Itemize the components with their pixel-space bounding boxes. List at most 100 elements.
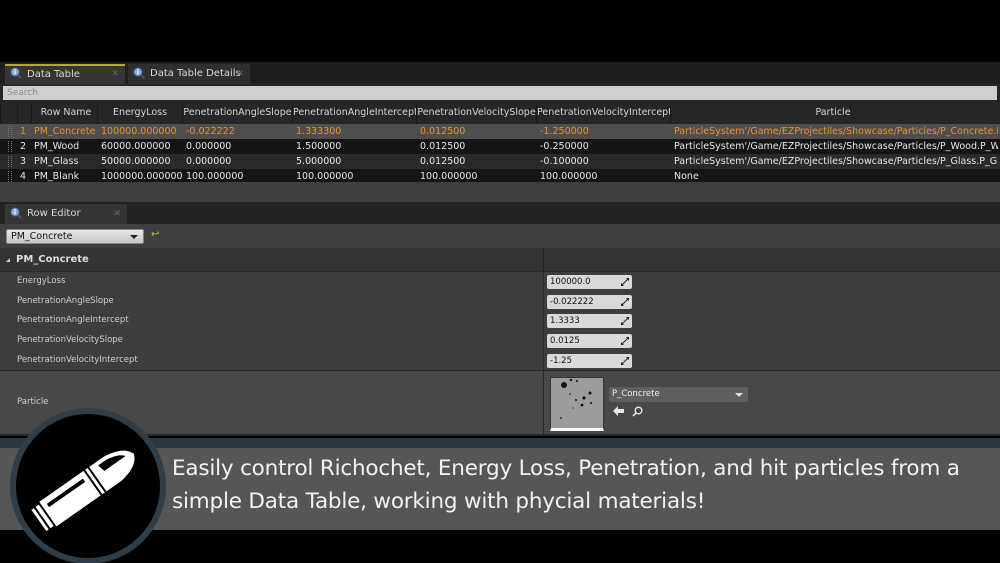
row-index: 2 [20,141,27,152]
cell-particle: ParticleSystem'/Game/EZProjectiles/Showc… [674,141,998,152]
number-input[interactable]: 1.3333 [547,314,632,329]
column-divider [543,272,544,292]
category-header[interactable]: PM_Concrete [0,248,1000,272]
tab-data-table-details[interactable]: Data Table Details ✕ [128,64,250,84]
column-header[interactable]: EnergyLoss [97,102,182,124]
cell: -0.250000 [540,141,589,152]
property-row: PenetrationVelocitySlope 0.0125 [0,331,1000,351]
row-editor-toolbar: PM_Concrete ↩ [0,224,1000,248]
drag-handle[interactable] [8,171,12,182]
drag-value-icon[interactable] [621,356,629,365]
search-placeholder: Search [7,88,38,98]
drag-handle[interactable] [8,141,12,152]
row-select-dropdown[interactable]: PM_Concrete [6,229,144,244]
number-value: 100000.0 [550,277,591,287]
asset-picker-value: P_Concrete [612,389,660,399]
row-index: 3 [20,156,27,167]
column-divider[interactable] [543,248,544,272]
close-icon[interactable]: ✕ [236,64,244,84]
property-name: PenetrationAngleSlope [17,295,114,306]
column-divider [543,371,544,434]
cell: -0.100000 [540,156,589,167]
reset-arrow-icon[interactable]: ↩ [151,229,159,240]
number-input[interactable]: -0.022222 [547,294,632,309]
cell-particle: ParticleSystem'/Game/EZProjectiles/Showc… [674,126,998,137]
cell-particle: ParticleSystem'/Game/EZProjectiles/Showc… [674,156,998,167]
cell: 60000.000000 [101,141,171,152]
cell-row-name: PM_Glass [34,156,79,167]
number-input[interactable]: 0.0125 [547,334,632,349]
drag-handle[interactable] [8,156,12,167]
search-input[interactable]: Search [3,86,997,100]
cell-row-name: PM_Wood [34,141,80,152]
cell: 1.500000 [296,141,342,152]
number-value: 1.3333 [550,316,580,327]
drag-handle[interactable] [8,126,12,137]
tab-row-editor[interactable]: Row Editor ✕ [5,204,127,224]
header-index-col [17,102,31,124]
property-name: EnergyLoss [17,276,66,286]
property-list: EnergyLoss 100000.0 PenetrationAngleSlop… [0,272,1000,371]
column-divider [543,350,544,371]
category-label: PM_Concrete [16,254,89,265]
close-icon[interactable]: ✕ [113,204,121,224]
info-search-icon [10,67,22,79]
cell: 0.012500 [420,126,466,137]
tab-data-table[interactable]: Data Table ✕ [5,64,125,84]
collapse-triangle-icon[interactable] [6,258,10,262]
column-header[interactable]: PenetrationAngleSlope [182,102,292,124]
column-header[interactable]: Row Name [31,102,97,124]
tab-label: Row Editor [27,208,81,219]
tab-bar: Data Table ✕ Data Table Details ✕ [0,62,1000,84]
data-table-editor: Data Table ✕ Data Table Details ✕ Search… [0,62,1000,436]
table-row[interactable]: 3 PM_Glass 50000.000000 0.000000 5.00000… [0,154,1000,169]
column-header[interactable]: PenetrationVelocityIntercept [536,102,670,124]
property-name: PenetrationVelocityIntercept [17,354,138,365]
row-index: 1 [20,126,27,137]
chevron-down-icon [735,393,743,397]
asset-picker-dropdown[interactable]: P_Concrete [609,387,748,402]
info-search-icon [133,67,145,79]
number-input[interactable]: 100000.0 [547,275,632,289]
splitter[interactable] [0,182,1000,202]
number-input[interactable]: -1.25 [547,353,632,368]
particle-thumbnail[interactable] [550,377,604,431]
row-select-value: PM_Concrete [11,231,73,242]
column-header[interactable]: PenetrationVelocitySlope [416,102,536,124]
row-editor-tab-bar: Row Editor ✕ [0,202,1000,224]
cell: -1.250000 [540,126,589,137]
drag-value-icon[interactable] [621,278,629,286]
column-header[interactable]: Particle [670,102,995,124]
cell: 5.000000 [296,156,342,167]
close-icon[interactable]: ✕ [111,66,119,83]
browse-search-icon[interactable] [632,406,643,417]
property-row: PenetrationAngleSlope -0.022222 [0,291,1000,312]
property-row: PenetrationVelocityIntercept -1.25 [0,350,1000,371]
property-name: PenetrationAngleIntercept [17,315,129,326]
property-row: PenetrationAngleIntercept 1.3333 [0,311,1000,332]
number-value: 0.0125 [550,336,580,347]
column-divider [543,291,544,312]
drag-value-icon[interactable] [621,337,629,346]
chevron-down-icon [130,235,138,239]
drag-value-icon[interactable] [621,317,629,326]
data-table: Row Name EnergyLoss PenetrationAngleSlop… [0,102,1000,184]
cell: -0.022222 [186,126,235,137]
drag-value-icon[interactable] [621,297,629,306]
screen: Data Table ✕ Data Table Details ✕ Search… [0,0,1000,563]
property-name: PenetrationVelocitySlope [17,335,123,346]
cell: 0.012500 [420,141,466,152]
particle-preview-image [551,378,603,428]
tab-label: Data Table [27,69,80,80]
table-row[interactable]: 1 PM_Concrete 100000.000000 -0.022222 1.… [0,124,1000,139]
banner-text: Easily control Richochet, Energy Loss, P… [172,456,960,514]
column-header[interactable]: PenetrationAngleIntercept [292,102,416,124]
property-row: EnergyLoss 100000.0 [0,272,1000,292]
use-selected-arrow-icon[interactable] [613,406,624,416]
bullet-badge [10,408,166,563]
number-value: -0.022222 [550,296,594,307]
table-header: Row Name EnergyLoss PenetrationAngleSlop… [0,102,1000,124]
cell: 100000.000000 [101,126,177,137]
column-divider [543,331,544,351]
table-row[interactable]: 2 PM_Wood 60000.000000 0.000000 1.500000… [0,139,1000,154]
